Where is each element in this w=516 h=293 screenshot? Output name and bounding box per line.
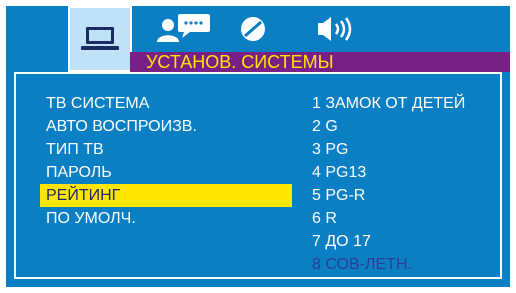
page-title: УСТАНОВ. СИСТЕМЫ: [130, 52, 510, 72]
speaker-icon: [318, 17, 352, 41]
settings-menu: ТВ СИСТЕМА АВТО ВОСПРОИЗВ. ТИП ТВ ПАРОЛЬ…: [40, 92, 292, 230]
tab-language[interactable]: [156, 8, 214, 50]
rating-option-8[interactable]: 8 СОВ-ЛЕТН.: [312, 253, 502, 276]
rating-option-4[interactable]: 4 PG13: [312, 161, 502, 184]
language-icon: [157, 14, 210, 42]
laptop-icon: [81, 27, 119, 50]
menu-item-tv-system[interactable]: ТВ СИСТЕМА: [40, 92, 292, 115]
rating-option-1[interactable]: 1 ЗАМОК ОТ ДЕТЕЙ: [312, 92, 502, 115]
tab-system-setup[interactable]: [68, 6, 132, 72]
menu-item-auto-play[interactable]: АВТО ВОСПРОИЗВ.: [40, 115, 292, 138]
rating-option-6[interactable]: 6 R: [312, 207, 502, 230]
rating-option-5[interactable]: 5 PG-R: [312, 184, 502, 207]
menu-item-password[interactable]: ПАРОЛЬ: [40, 161, 292, 184]
menu-item-default[interactable]: ПО УМОЛЧ.: [40, 207, 292, 230]
menu-item-rating[interactable]: РЕЙТИНГ: [40, 184, 292, 207]
rating-option-2[interactable]: 2 G: [312, 115, 502, 138]
menu-item-tv-type[interactable]: ТИП ТВ: [40, 138, 292, 161]
rating-options: 1 ЗАМОК ОТ ДЕТЕЙ 2 G 3 PG 4 PG13 5 PG-R …: [312, 92, 502, 276]
osd-screen: УСТАНОВ. СИСТЕМЫ ТВ СИСТЕМА АВТО ВОСПРОИ…: [6, 6, 510, 287]
tab-audio[interactable]: [306, 8, 366, 50]
rating-option-7[interactable]: 7 ДО 17: [312, 230, 502, 253]
rating-option-3[interactable]: 3 PG: [312, 138, 502, 161]
tab-disc[interactable]: [228, 8, 278, 50]
disc-icon: [241, 17, 265, 41]
